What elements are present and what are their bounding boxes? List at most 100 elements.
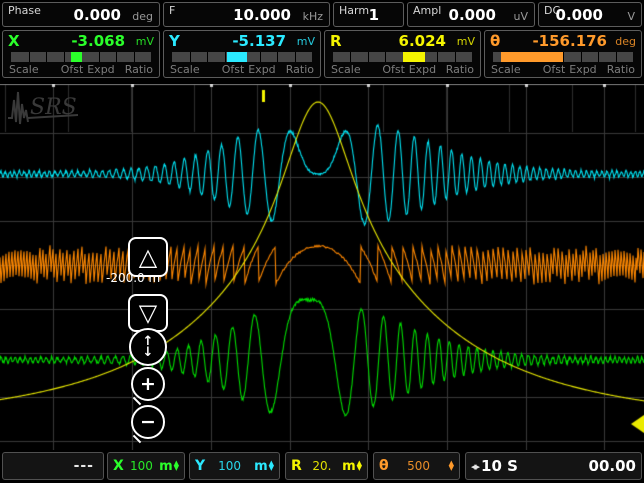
y-scale-button[interactable]: Y100m▲▼ (189, 452, 280, 480)
scale-letter: R (291, 458, 302, 474)
timebase-value: 10 S (481, 457, 518, 475)
meter-tick (99, 52, 100, 62)
param-box-harmonic[interactable]: Harm 1 (333, 2, 404, 27)
scale-value: 100 (124, 459, 159, 473)
srs-logo-icon: SRS (6, 88, 88, 128)
channel-box-r[interactable]: R6.024mVScaleOfstExpdRatio (324, 30, 481, 78)
param-box-amplitude[interactable]: Ampl 0.000 uV (407, 2, 535, 27)
lockin-amplifier-screen: Phase 0.000 deg F 10.000 kHz Harm 1 Ampl… (0, 0, 644, 483)
meter-sub-label: Expd (409, 63, 436, 76)
meter-labels: Scale OfstExpd Ratio (485, 63, 641, 76)
amplitude-value: 0.000 (449, 6, 496, 24)
meter-sub-label: Scale (9, 63, 39, 76)
down-triangle-icon: ▽ (139, 301, 157, 325)
meter-sub-label: Ofst (382, 63, 405, 76)
meter-tick (598, 52, 599, 62)
frequency-label: F (169, 4, 175, 17)
meter-sub-label: Expd (87, 63, 114, 76)
channel-unit: mV (297, 35, 315, 48)
channel-letter: X (8, 32, 20, 50)
zoom-out-button[interactable]: − (131, 405, 165, 439)
x-scale-button[interactable]: X100m▲▼ (107, 452, 185, 480)
amplitude-unit: uV (514, 10, 529, 23)
channel-value: -5.137 (232, 32, 286, 50)
r-scale-button[interactable]: R20.m▲▼ (285, 452, 368, 480)
horizontal-arrows-icon: ◂▸ (471, 460, 478, 473)
dc-unit: V (627, 10, 635, 23)
meter-tick (385, 52, 386, 62)
meter-bar (172, 52, 312, 62)
meter-sub-label: Ratio (125, 63, 153, 76)
meter-tick (116, 52, 117, 62)
meter-sub-label: Scale (491, 63, 521, 76)
scale-suffix: m (159, 459, 173, 474)
meter-tick (207, 52, 208, 62)
meter-sub-label: Ratio (607, 63, 635, 76)
offset-value-label: -200.0 m (106, 271, 160, 285)
amplitude-label: Ampl (413, 4, 441, 17)
meter-segment (227, 52, 247, 62)
trace-display-area[interactable]: SRS △ -200.0 m ▽ ↑ ↓ + − (0, 84, 644, 450)
channel-letter: θ (490, 32, 500, 50)
meter-labels: Scale Ofst Expd Ratio (325, 63, 480, 76)
zoom-in-button[interactable]: + (131, 367, 165, 401)
group-dashes-label: --- (74, 458, 98, 474)
meter-bar (11, 52, 151, 62)
param-box-frequency[interactable]: F 10.000 kHz (163, 2, 330, 27)
scale-letter: X (113, 458, 124, 474)
clock-readout: 00.00 (518, 457, 636, 475)
meter-segment (501, 52, 563, 62)
trace-group-button[interactable]: --- (2, 452, 104, 480)
meter-tick (368, 52, 369, 62)
waveform-canvas[interactable] (0, 84, 644, 450)
scale-value: 20. (302, 459, 342, 473)
harmonic-label: Harm (339, 4, 369, 17)
meter-tick (64, 52, 65, 62)
meter-sub-label: Ratio (446, 63, 474, 76)
frequency-unit: kHz (303, 10, 323, 23)
phase-value: 0.000 (74, 6, 121, 24)
scale-value: 100 (205, 459, 254, 473)
meter-tick (581, 52, 582, 62)
dc-value: 0.000 (556, 6, 603, 24)
frequency-value: 10.000 (233, 6, 291, 24)
meter-sub-label: Ofst (222, 63, 245, 76)
meter-tick (437, 52, 438, 62)
updown-arrows-icon: ▲▼ (269, 461, 274, 471)
meter-tick (225, 52, 226, 62)
channel-box-x[interactable]: X-3.068mVScaleOfstExpdRatio (2, 30, 160, 78)
meter-bar (333, 52, 472, 62)
scale-value: 500 (389, 459, 449, 473)
meter-sub-label: Scale (331, 63, 361, 76)
meter-segment (71, 52, 82, 62)
meter-sub-label: Ratio (286, 63, 314, 76)
scale-down-button[interactable]: ▽ (128, 294, 168, 332)
updown-arrows-icon: ▲▼ (449, 461, 454, 471)
meter-segment (403, 52, 426, 62)
channel-letter: R (330, 32, 342, 50)
channel-unit: mV (136, 35, 154, 48)
scale-letter: Y (195, 458, 205, 474)
meter-tick (350, 52, 351, 62)
param-box-phase[interactable]: Phase 0.000 deg (2, 2, 160, 27)
channel-letter: Y (169, 32, 180, 50)
phase-unit: deg (132, 10, 153, 23)
channel-unit: deg (615, 35, 636, 48)
meter-sub-label: Scale (170, 63, 200, 76)
theta-scale-button[interactable]: θ500▲▼ (373, 452, 460, 480)
vertical-expand-button[interactable]: ↑ ↓ (129, 328, 167, 366)
meter-tick (134, 52, 135, 62)
meter-labels: ScaleOfstExpdRatio (164, 63, 320, 76)
scale-suffix: m (254, 459, 268, 474)
channel-box-theta[interactable]: θ-156.176degScaleOfstExpdRatio (484, 30, 642, 78)
param-box-dc-offset[interactable]: DC 0.000 V (538, 2, 642, 27)
meter-tick (616, 52, 617, 62)
meter-tick (277, 52, 278, 62)
meter-sub-label: Expd (569, 63, 596, 76)
updown-arrows-icon: ▲▼ (357, 461, 362, 471)
meter-tick (190, 52, 191, 62)
meter-tick (29, 52, 30, 62)
timebase-button[interactable]: ◂▸ 10 S 00.00 (465, 452, 642, 480)
meter-sub-label: Ofst (543, 63, 566, 76)
channel-box-y[interactable]: Y-5.137mVScaleOfstExpdRatio (163, 30, 321, 78)
